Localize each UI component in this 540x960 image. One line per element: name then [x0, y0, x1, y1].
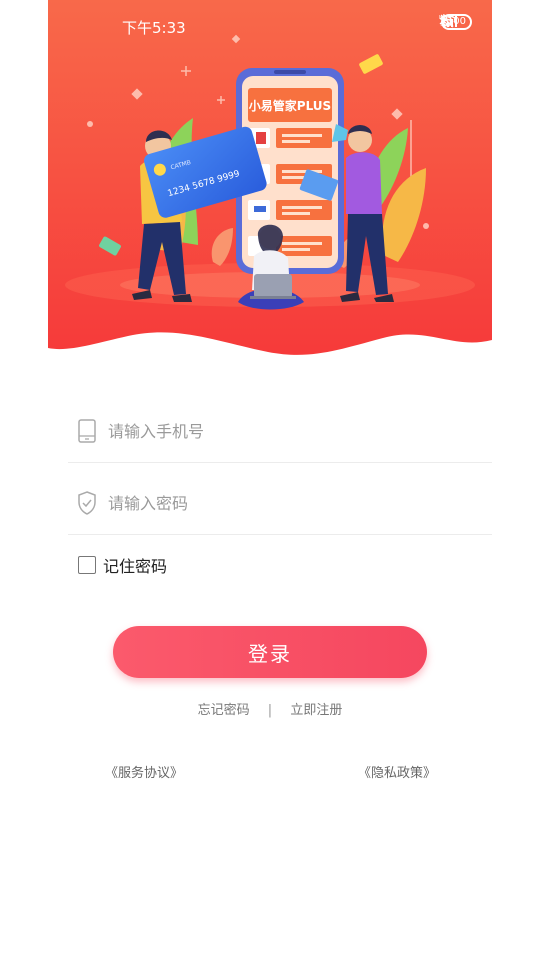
phone-field	[68, 400, 492, 463]
account-links: 忘记密码 | 立即注册	[48, 699, 492, 718]
service-agreement-link[interactable]: 《服务协议》	[105, 762, 183, 781]
remember-label: 记住密码	[103, 557, 168, 576]
login-screen: 小易管家PLUS CATMB 1234 5678 9999 下午5:33 HD …	[48, 0, 492, 960]
password-input[interactable]	[106, 486, 480, 520]
header-illustration: 小易管家PLUS CATMB 1234 5678 9999	[48, 0, 492, 355]
phone-icon	[78, 419, 96, 443]
password-field	[68, 472, 492, 535]
wifi-icon	[439, 15, 457, 28]
header-banner: 小易管家PLUS CATMB 1234 5678 9999 下午5:33 HD	[48, 0, 492, 380]
status-time: 下午5:33	[122, 19, 186, 37]
forgot-password-link[interactable]: 忘记密码	[198, 703, 250, 718]
link-separator: |	[267, 703, 273, 718]
phone-screen-title: 小易管家PLUS	[249, 98, 331, 113]
privacy-policy-link[interactable]: 《隐私政策》	[358, 762, 436, 781]
shield-check-icon	[78, 491, 96, 515]
phone-input[interactable]	[106, 414, 480, 448]
checkbox-box[interactable]	[78, 556, 96, 574]
register-link[interactable]: 立即注册	[290, 703, 342, 718]
status-icons: HD 100	[439, 14, 472, 30]
status-bar: 下午5:33 HD	[48, 0, 492, 50]
login-button[interactable]: 登录	[113, 626, 427, 678]
remember-password-checkbox[interactable]: 记住密码	[78, 553, 167, 577]
